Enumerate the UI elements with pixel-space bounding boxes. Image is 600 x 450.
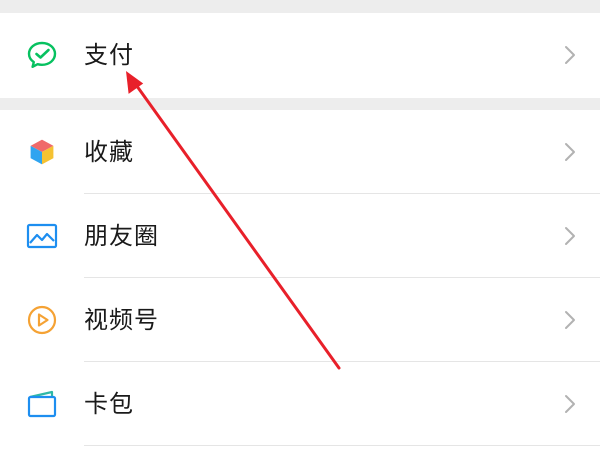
play-circle-icon bbox=[24, 302, 60, 338]
menu-item-favorites-label: 收藏 bbox=[84, 138, 134, 166]
chevron-right-icon bbox=[562, 308, 578, 332]
me-page-screen: 支付 收藏 朋友圈 视频号 卡包 bbox=[0, 0, 600, 450]
menu-item-moments-label: 朋友圈 bbox=[84, 222, 159, 250]
menu-item-pay[interactable]: 支付 bbox=[0, 13, 600, 97]
pay-section: 支付 bbox=[0, 13, 600, 98]
chevron-right-icon bbox=[562, 140, 578, 164]
cube-icon bbox=[24, 134, 60, 170]
menu-item-channels[interactable]: 视频号 bbox=[0, 278, 600, 362]
menu-item-cards-label: 卡包 bbox=[84, 390, 134, 418]
card-wallet-icon bbox=[24, 386, 60, 422]
menu-item-moments[interactable]: 朋友圈 bbox=[0, 194, 600, 278]
wechat-pay-icon bbox=[24, 37, 60, 73]
menu-item-pay-label: 支付 bbox=[84, 41, 134, 69]
photo-album-icon bbox=[24, 218, 60, 254]
menu-item-favorites[interactable]: 收藏 bbox=[0, 110, 600, 194]
row-divider bbox=[84, 445, 600, 446]
menu-item-channels-label: 视频号 bbox=[84, 306, 159, 334]
features-section: 收藏 朋友圈 视频号 卡包 bbox=[0, 110, 600, 450]
chevron-right-icon bbox=[562, 224, 578, 248]
menu-item-cards[interactable]: 卡包 bbox=[0, 362, 600, 446]
chevron-right-icon bbox=[562, 392, 578, 416]
chevron-right-icon bbox=[562, 43, 578, 67]
